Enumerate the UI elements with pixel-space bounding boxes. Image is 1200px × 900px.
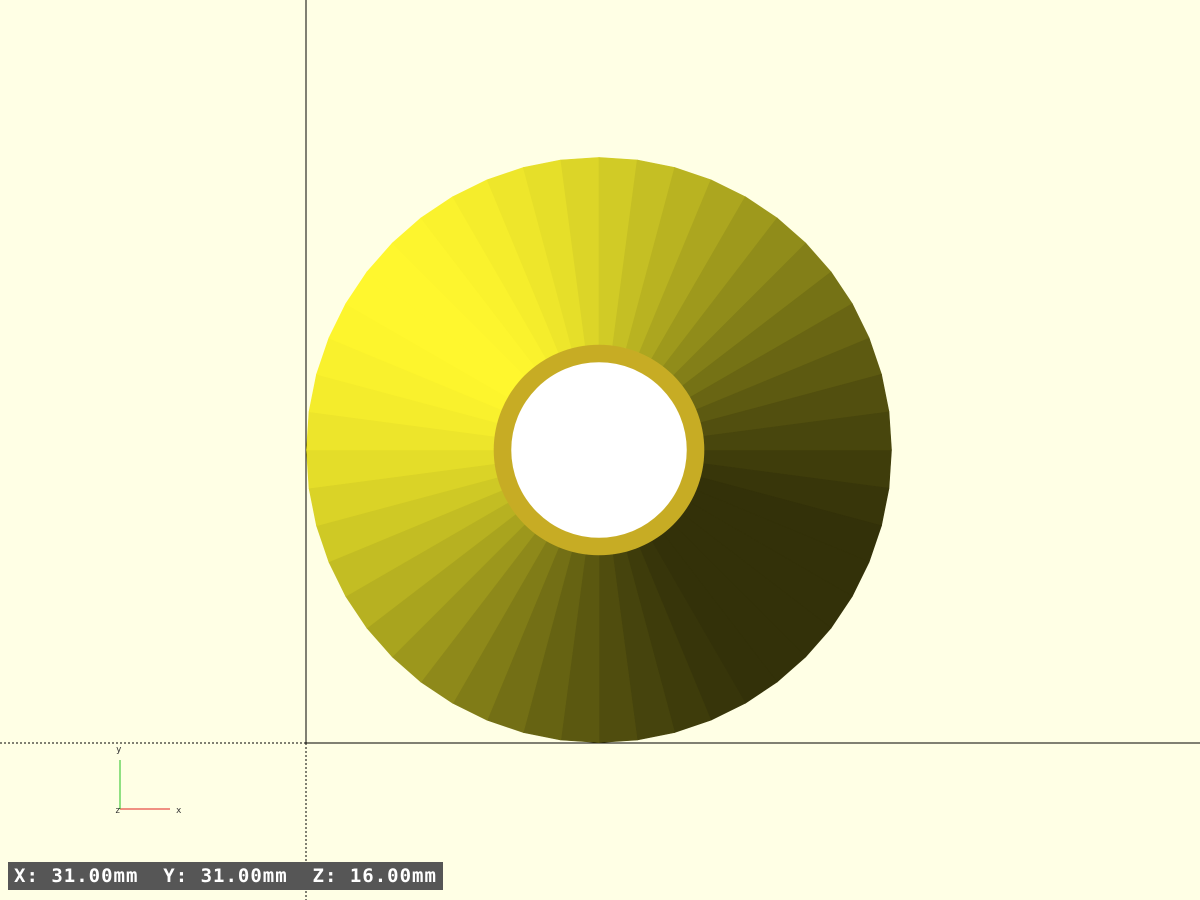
axes-indicator-z-label: z	[115, 806, 120, 816]
scene-canvas[interactable]: x y z	[0, 0, 1200, 900]
washer-hole	[511, 362, 687, 538]
washer-model[interactable]	[306, 157, 892, 743]
coordinate-readout: X: 31.00mm Y: 31.00mm Z: 16.00mm	[8, 862, 443, 890]
3d-viewport[interactable]: x y z X: 31.00mm Y: 31.00mm Z: 16.00mm	[0, 0, 1200, 900]
axes-indicator: x y z	[115, 745, 182, 816]
axes-indicator-x-label: x	[176, 806, 182, 816]
axes-indicator-y-label: y	[116, 745, 122, 755]
